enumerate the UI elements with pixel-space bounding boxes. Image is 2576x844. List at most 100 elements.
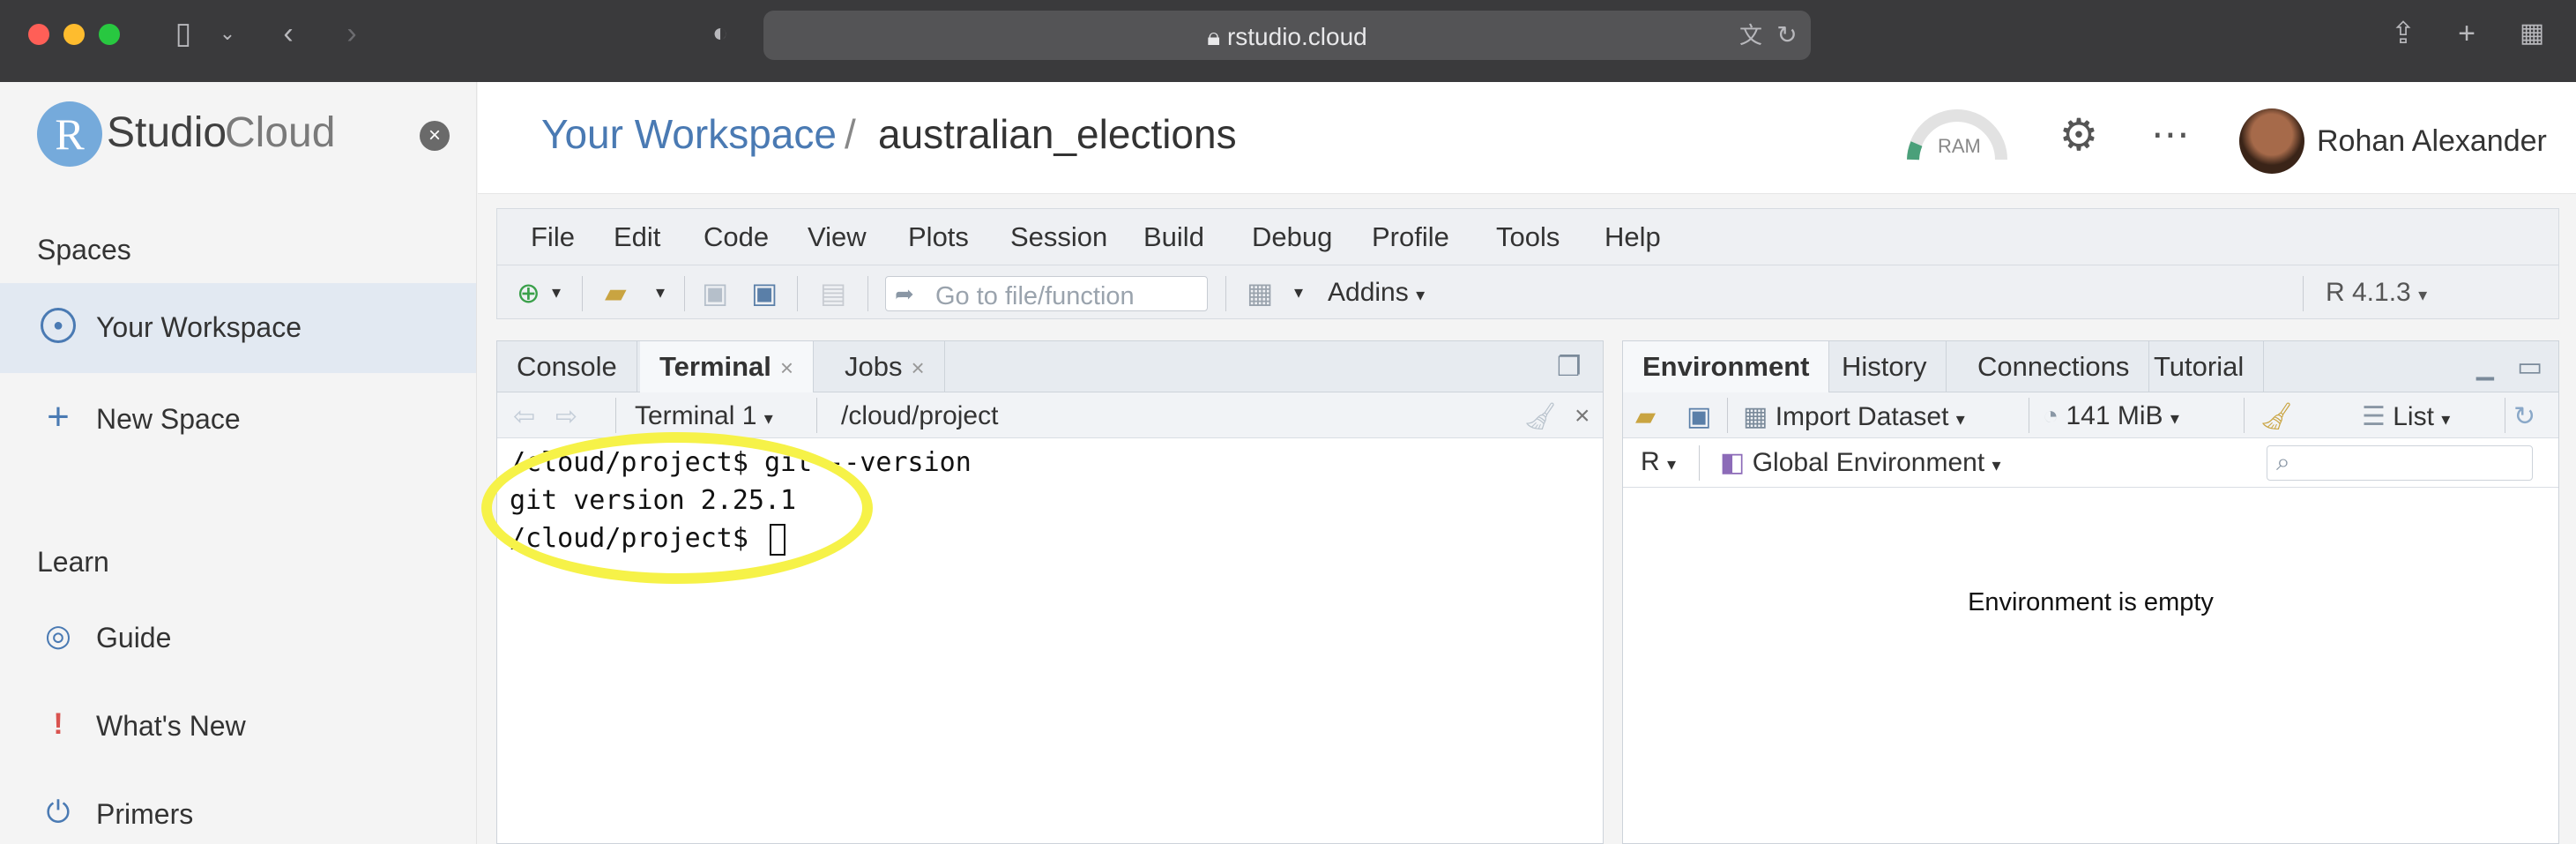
environment-scope-bar: R ▾ ◧ Global Environment ▾ ⌕ <box>1623 438 2558 488</box>
grid-layout-icon[interactable]: ▦ <box>1247 278 1273 308</box>
tab-overview-icon[interactable]: ▦ <box>2514 16 2550 51</box>
menu-file[interactable]: File <box>531 221 575 253</box>
menu-profile[interactable]: Profile <box>1372 221 1449 253</box>
main-toolbar: ⊕ ▾ ▰ ▾ ▣ ▣ ▤ ➦ Go to file/function ▦ ▾ … <box>496 265 2559 319</box>
chevron-down-icon[interactable]: ▾ <box>552 278 561 308</box>
tab-tutorial[interactable]: Tutorial <box>2134 341 2265 392</box>
terminal-output[interactable]: /cloud/project$ git --version git version… <box>497 438 1603 843</box>
menu-debug[interactable]: Debug <box>1252 221 1332 253</box>
new-file-icon[interactable]: ⊕ <box>517 278 540 308</box>
minimize-pane-icon[interactable]: ▁ <box>2469 341 2501 392</box>
maximize-pane-icon[interactable]: ▭ <box>2510 341 2550 392</box>
close-tab-icon[interactable]: × <box>911 355 924 381</box>
terminal-cursor <box>769 523 785 556</box>
address-bar[interactable]: 🔒︎ rstudio.cloud 文 ↻ <box>763 11 1811 60</box>
view-mode-menu[interactable]: ☰ List ▾ <box>2362 401 2450 432</box>
r-version-menu[interactable]: R 4.1.3 ▾ <box>2326 278 2427 308</box>
next-terminal-icon[interactable]: ⇨ <box>555 401 577 432</box>
plus-icon: + <box>47 395 70 438</box>
import-dataset-label: Import Dataset <box>1775 402 1949 431</box>
share-icon[interactable]: ⇪ <box>2386 16 2421 51</box>
sidebar-item-your-workspace[interactable]: ● Your Workspace <box>0 283 476 373</box>
close-tab-icon[interactable]: × <box>780 355 793 381</box>
tab-environment[interactable]: Environment <box>1623 341 1830 392</box>
sidebar-item-whats-new[interactable]: ! What's New <box>0 682 476 772</box>
goto-file-input[interactable]: ➦ Go to file/function <box>885 276 1208 311</box>
minimize-window-button[interactable] <box>63 24 85 45</box>
tab-connections[interactable]: Connections <box>1958 341 2150 392</box>
rstudio-logo-icon: R <box>37 101 102 167</box>
tab-console[interactable]: Console <box>497 341 637 392</box>
toolbar-separator <box>582 276 583 311</box>
logo-cloud-text: Cloud <box>225 109 336 156</box>
tab-label: Terminal <box>659 351 771 382</box>
sidebar-item-label: What's New <box>96 710 246 742</box>
user-name[interactable]: Rohan Alexander <box>2317 124 2547 159</box>
terminal-subbar: ⇦ ⇨ Terminal 1 ▾ /cloud/project 🧹︎ × <box>497 392 1603 438</box>
addins-menu[interactable]: Addins ▾ <box>1328 278 1425 308</box>
menu-plots[interactable]: Plots <box>908 221 969 253</box>
ram-label: RAM <box>1938 135 1981 157</box>
menu-code[interactable]: Code <box>704 221 769 253</box>
save-workspace-icon[interactable]: ▣ <box>1686 401 1711 432</box>
close-terminal-icon[interactable]: × <box>1575 401 1590 431</box>
sidebar-item-primers[interactable]: ⏻ Primers <box>0 770 476 844</box>
learn-heading: Learn <box>37 546 109 578</box>
menu-tools[interactable]: Tools <box>1496 221 1560 253</box>
language-label: R <box>1641 447 1660 476</box>
chevron-down-icon: ▾ <box>2418 286 2428 305</box>
maximize-pane-icon[interactable]: ❐ <box>1545 341 1594 392</box>
sidebar-item-new-space[interactable]: + New Space <box>0 375 476 465</box>
translate-icon[interactable]: 文 <box>1733 18 1768 53</box>
reload-icon[interactable]: ↻ <box>1772 18 1802 53</box>
previous-terminal-icon[interactable]: ⇦ <box>513 401 535 432</box>
terminal-selector[interactable]: Terminal 1 ▾ <box>635 401 773 431</box>
close-window-button[interactable] <box>28 24 49 45</box>
new-tab-icon[interactable]: + <box>2449 16 2484 51</box>
refresh-icon[interactable]: ↻ <box>2513 401 2535 432</box>
menu-view[interactable]: View <box>808 221 867 253</box>
console-pane: Console Terminal × Jobs × ❐ ⇦ ⇨ Terminal 1… <box>496 340 1604 844</box>
menu-build[interactable]: Build <box>1143 221 1204 253</box>
environment-search-input[interactable]: ⌕ <box>2267 445 2533 481</box>
clear-broom-icon[interactable]: 🧹︎ <box>1523 401 1557 432</box>
tab-history[interactable]: History <box>1822 341 1947 392</box>
menu-bar: File Edit Code View Plots Session Build … <box>496 208 2559 265</box>
sidebar-item-guide[interactable]: ◎ Guide <box>0 594 476 683</box>
gear-icon[interactable]: ⚙ <box>2054 110 2103 160</box>
forward-icon[interactable]: › <box>339 16 365 51</box>
language-selector[interactable]: R ▾ <box>1641 447 1676 477</box>
clear-broom-icon[interactable]: 🧹︎ <box>2260 401 2293 432</box>
view-mode-label: List <box>2393 402 2434 431</box>
spaces-heading: Spaces <box>37 234 131 265</box>
avatar[interactable] <box>2239 108 2304 174</box>
more-options-icon[interactable]: ⋯ <box>2146 110 2195 160</box>
chevron-down-icon[interactable]: ⌄ <box>217 16 238 51</box>
back-icon[interactable]: ‹ <box>275 16 302 51</box>
save-all-icon[interactable]: ▣ <box>751 278 778 308</box>
menu-edit[interactable]: Edit <box>614 221 660 253</box>
exclamation-icon: ! <box>53 707 63 741</box>
save-icon[interactable]: ▣ <box>702 278 728 308</box>
tab-terminal[interactable]: Terminal × <box>640 341 815 392</box>
tab-jobs[interactable]: Jobs × <box>825 341 945 392</box>
page-title: australian_elections <box>878 111 1237 157</box>
load-workspace-icon[interactable]: ▰ <box>1635 401 1656 432</box>
print-icon[interactable]: ▤ <box>820 278 846 308</box>
chevron-down-icon[interactable]: ▾ <box>1294 278 1303 308</box>
menu-help[interactable]: Help <box>1604 221 1661 253</box>
zoom-window-button[interactable] <box>99 24 120 45</box>
browser-chrome: ▯ ⌄ ‹ › ◐ 🔒︎ rstudio.cloud 文 ↻ ⇪ + ▦ <box>0 0 2576 82</box>
chevron-down-icon[interactable]: ▾ <box>656 278 665 308</box>
menu-session[interactable]: Session <box>1010 221 1107 253</box>
shield-icon[interactable]: ◐ <box>705 16 735 51</box>
logo-studio-text: Studio <box>107 109 227 156</box>
breadcrumb-workspace[interactable]: Your Workspace <box>541 110 837 158</box>
scope-selector[interactable]: ◧ Global Environment ▾ <box>1720 447 2001 478</box>
memory-usage-menu[interactable]: ◔ 141 MiB ▾ <box>2043 401 2179 431</box>
close-sidebar-icon[interactable]: × <box>420 121 450 151</box>
open-folder-icon[interactable]: ▰ <box>605 278 627 308</box>
sidebar-toggle-icon[interactable]: ▯ <box>164 16 203 51</box>
compass-icon: ◎ <box>45 619 71 653</box>
import-dataset-menu[interactable]: ▦ Import Dataset ▾ <box>1743 401 1965 432</box>
